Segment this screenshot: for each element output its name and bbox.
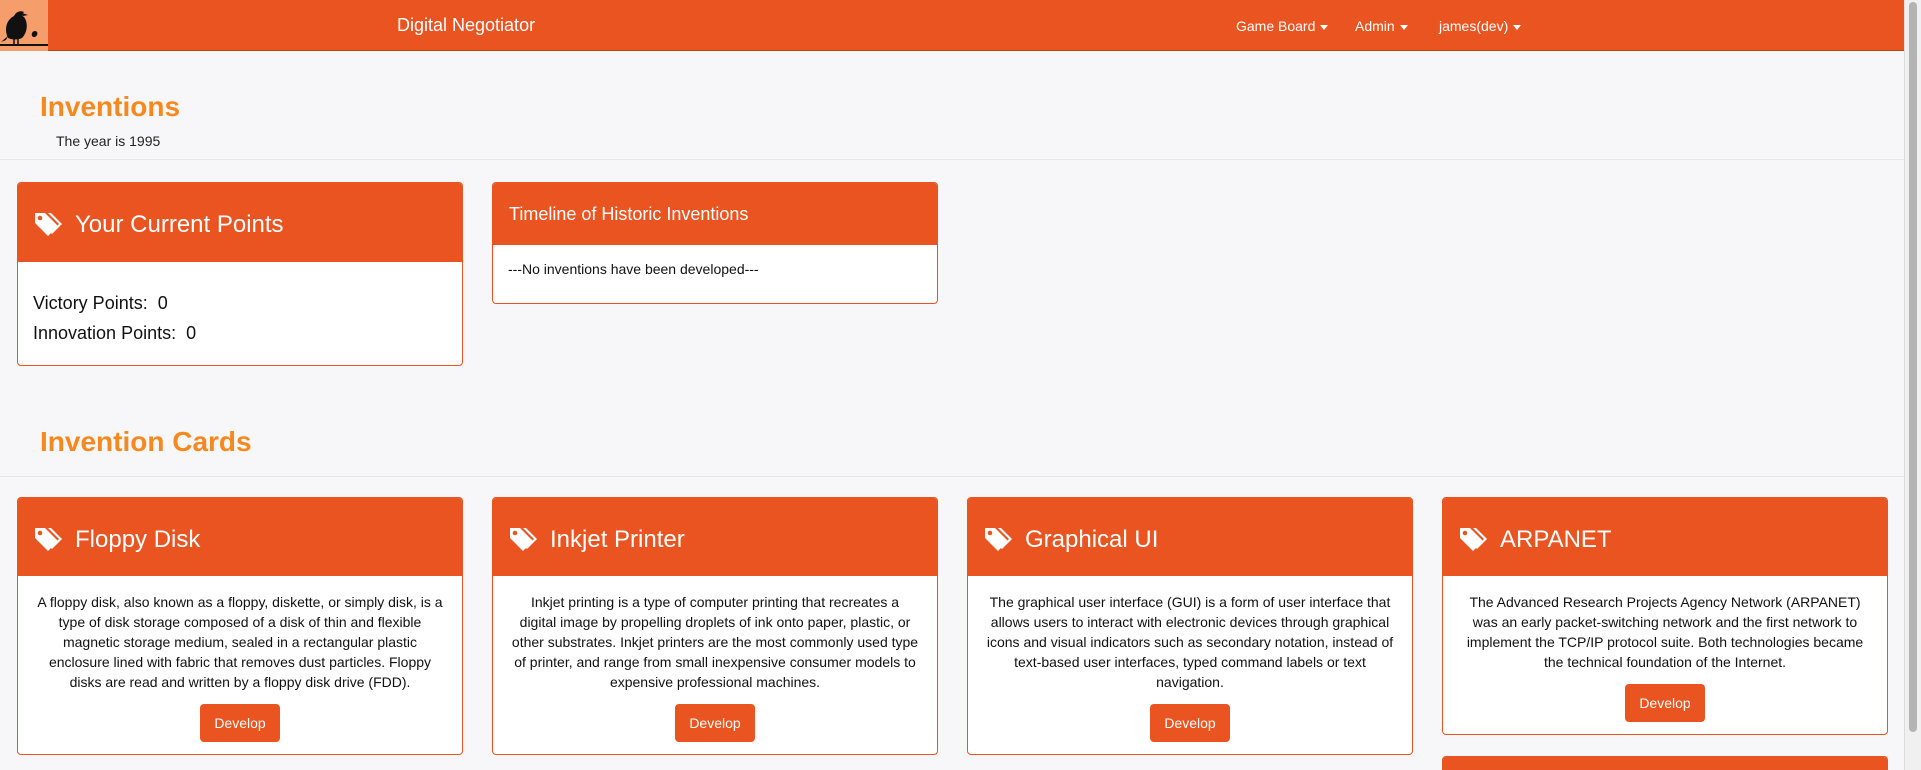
- caret-down-icon: [1399, 24, 1408, 30]
- card-header: Graphical UI: [968, 498, 1412, 576]
- section-title-invention-cards: Invention Cards: [40, 426, 252, 457]
- menu-game-board-label: Game Board: [1236, 18, 1316, 34]
- card-title: Inkjet Printer: [550, 526, 685, 553]
- top-navbar: Digital Negotiator Game Board Admin jame…: [0, 0, 1904, 51]
- card-description: The Advanced Research Projects Agency Ne…: [1466, 594, 1864, 670]
- timeline-panel: Timeline of Historic Inventions ---No in…: [492, 182, 938, 304]
- menu-admin[interactable]: Admin: [1355, 18, 1408, 34]
- card-header: Floppy Disk: [18, 498, 462, 576]
- divider: [0, 159, 1904, 160]
- invention-card-floppy-disk: Floppy Disk A floppy disk, also known as…: [17, 497, 463, 755]
- menu-user[interactable]: james(dev): [1439, 18, 1522, 34]
- innovation-points-label: Innovation Points:: [33, 323, 177, 343]
- card-header: Inkjet Printer: [493, 498, 937, 576]
- card-body: The graphical user interface (GUI) is a …: [968, 576, 1412, 742]
- points-panel-body: Victory Points: 0 Innovation Points: 0: [18, 262, 462, 348]
- card-body: A floppy disk, also known as a floppy, d…: [18, 576, 462, 742]
- points-panel: Your Current Points Victory Points: 0 In…: [17, 182, 463, 366]
- innovation-points-row: Innovation Points: 0: [33, 318, 447, 348]
- timeline-panel-title: Timeline of Historic Inventions: [509, 204, 749, 224]
- tags-icon: [33, 526, 63, 557]
- tags-icon: [508, 526, 538, 557]
- card-description: The graphical user interface (GUI) is a …: [986, 594, 1394, 690]
- menu-admin-label: Admin: [1355, 18, 1395, 34]
- victory-points-row: Victory Points: 0: [33, 288, 447, 318]
- tags-icon: [1458, 526, 1488, 557]
- card-title: Floppy Disk: [75, 526, 201, 553]
- victory-points-label: Victory Points:: [33, 293, 148, 313]
- vertical-scrollbar[interactable]: [1904, 0, 1921, 770]
- caret-down-icon: [1513, 24, 1522, 30]
- points-panel-header: Your Current Points: [18, 183, 462, 262]
- year-text: The year is 1995: [56, 133, 161, 149]
- card-title: Graphical UI: [1025, 526, 1159, 553]
- tags-icon: [33, 211, 63, 242]
- invention-card-inkjet-printer: Inkjet Printer Inkjet printing is a type…: [492, 497, 938, 755]
- card-title: ARPANET: [1500, 526, 1612, 553]
- invention-card-graphical-ui: Graphical UI The graphical user interfac…: [967, 497, 1413, 755]
- develop-button[interactable]: Develop: [200, 704, 280, 742]
- scrollbar-thumb[interactable]: [1909, 2, 1917, 732]
- bird-logo-icon[interactable]: [0, 0, 48, 51]
- menu-game-board[interactable]: Game Board: [1236, 18, 1329, 34]
- menu-user-label: james(dev): [1439, 18, 1509, 34]
- develop-button[interactable]: Develop: [1150, 704, 1230, 742]
- card-body: Inkjet printing is a type of computer pr…: [493, 576, 937, 742]
- develop-button[interactable]: Develop: [1625, 684, 1705, 722]
- timeline-panel-body: ---No inventions have been developed---: [493, 245, 937, 277]
- victory-points-value: 0: [157, 293, 168, 313]
- timeline-panel-header: Timeline of Historic Inventions: [493, 183, 937, 245]
- card-header: ARPANET: [1443, 498, 1887, 576]
- card-header: [1443, 757, 1887, 770]
- divider: [0, 476, 1904, 477]
- caret-down-icon: [1320, 24, 1329, 30]
- card-description: A floppy disk, also known as a floppy, d…: [37, 594, 443, 690]
- card-body: The Advanced Research Projects Agency Ne…: [1443, 576, 1887, 722]
- brand-title[interactable]: Digital Negotiator: [397, 15, 535, 36]
- points-panel-title: Your Current Points: [75, 211, 284, 238]
- tags-icon: [983, 526, 1013, 557]
- page-title: Inventions: [40, 91, 181, 122]
- develop-button[interactable]: Develop: [675, 704, 755, 742]
- timeline-empty-text: ---No inventions have been developed---: [508, 261, 759, 277]
- card-description: Inkjet printing is a type of computer pr…: [511, 594, 919, 690]
- invention-card-next: [1442, 756, 1888, 770]
- invention-card-arpanet: ARPANET The Advanced Research Projects A…: [1442, 497, 1888, 735]
- innovation-points-value: 0: [186, 323, 197, 343]
